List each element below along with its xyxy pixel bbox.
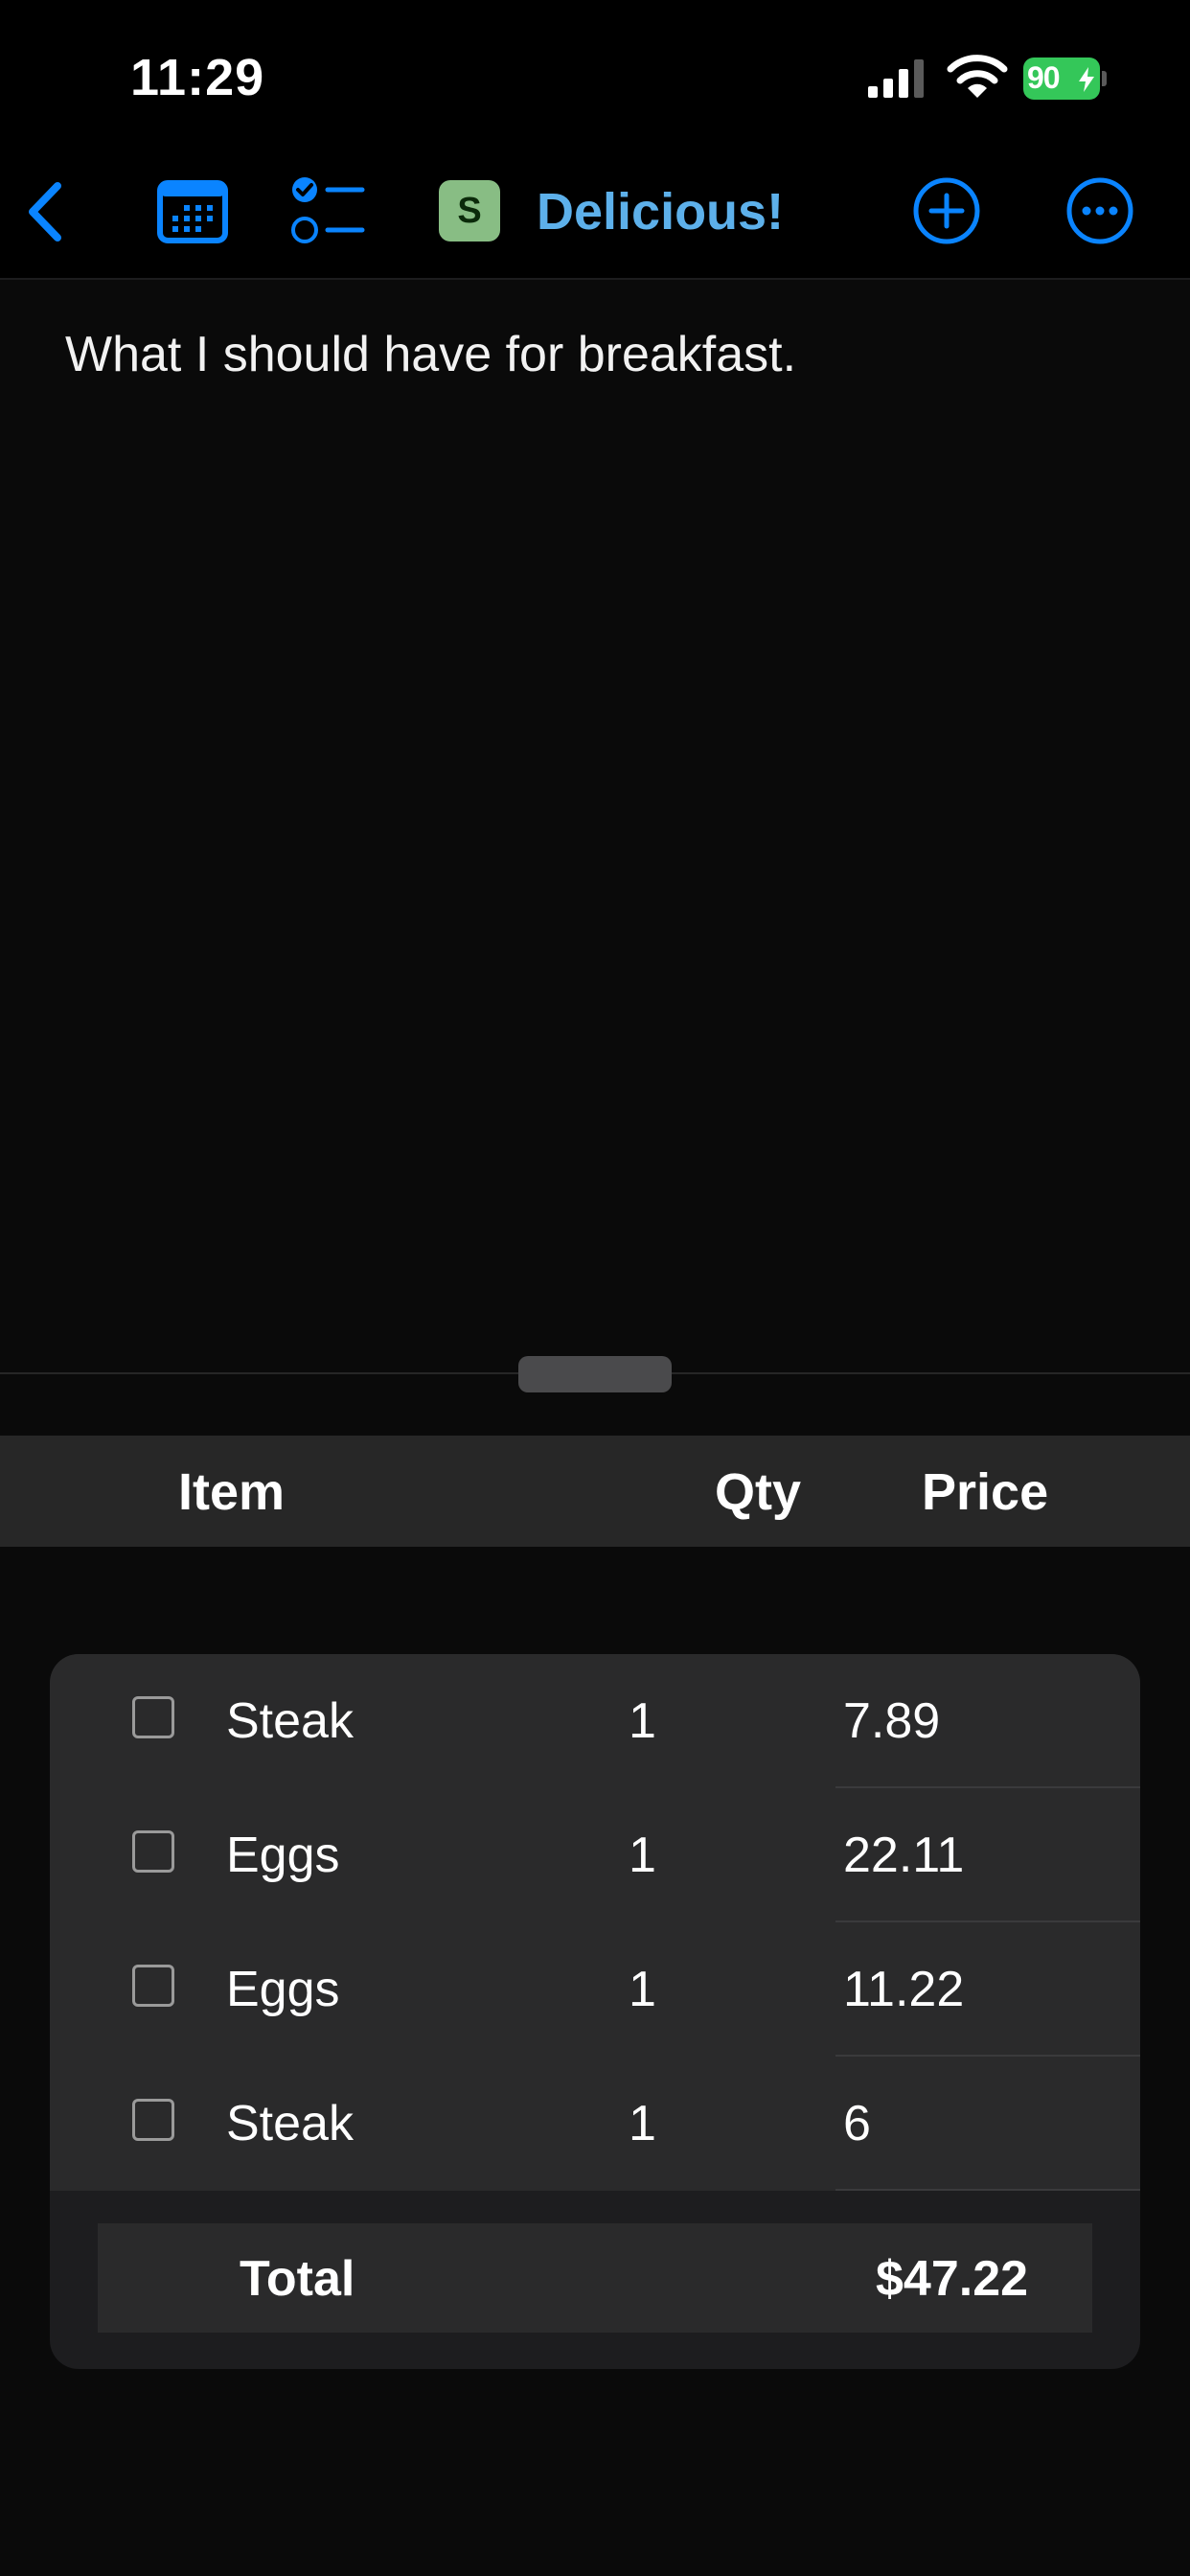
row-qty[interactable]: 1 xyxy=(629,1961,656,2018)
list-badge[interactable]: S xyxy=(439,180,500,242)
status-bar: 11:29 90 xyxy=(0,0,1190,153)
row-price[interactable]: 11.22 xyxy=(843,1961,964,2018)
row-separator xyxy=(835,2189,1140,2191)
battery-level: 90 xyxy=(1023,58,1100,100)
total-label: Total xyxy=(240,2251,355,2307)
row-checkbox[interactable] xyxy=(132,1965,174,2007)
toolbar: S Delicious! xyxy=(0,153,1190,280)
column-header-price[interactable]: Price xyxy=(922,1462,1048,1522)
charging-bolt-icon xyxy=(1079,67,1094,92)
row-item[interactable]: Steak xyxy=(226,1692,354,1750)
battery-charging-icon: 90 xyxy=(1023,58,1108,100)
battery-percent: 90 xyxy=(1027,60,1061,95)
table-row[interactable]: Eggs 1 22.11 xyxy=(50,1788,1140,1922)
plus-circle-icon[interactable] xyxy=(912,176,981,245)
row-price[interactable]: 22.11 xyxy=(843,1827,964,1884)
row-price[interactable]: 7.89 xyxy=(843,1692,940,1750)
table-row[interactable]: Eggs 1 11.22 xyxy=(50,1922,1140,2057)
row-checkbox[interactable] xyxy=(132,1696,174,1738)
row-item[interactable]: Steak xyxy=(226,2095,354,2152)
status-time: 11:29 xyxy=(130,49,265,106)
back-chevron-icon[interactable] xyxy=(21,178,69,245)
column-header-qty[interactable]: Qty xyxy=(715,1462,801,1522)
calendar-icon[interactable] xyxy=(157,180,228,243)
total-row: Total $47.22 xyxy=(98,2223,1092,2333)
note-text[interactable]: What I should have for breakfast. xyxy=(65,326,796,383)
table-row[interactable]: Steak 1 7.89 xyxy=(50,1654,1140,1788)
table-row[interactable]: Steak 1 6 xyxy=(50,2057,1140,2191)
row-price[interactable]: 6 xyxy=(843,2095,871,2152)
resize-handle[interactable] xyxy=(518,1356,672,1392)
row-qty[interactable]: 1 xyxy=(629,1692,656,1750)
cellular-signal-icon xyxy=(868,59,924,98)
row-item[interactable]: Eggs xyxy=(226,1827,340,1884)
more-ellipsis-icon[interactable] xyxy=(1065,176,1134,245)
column-header-item[interactable]: Item xyxy=(178,1462,285,1522)
row-checkbox[interactable] xyxy=(132,2099,174,2141)
list-title[interactable]: Delicious! xyxy=(537,182,784,242)
total-value: $47.22 xyxy=(876,2251,1029,2307)
wifi-icon xyxy=(947,55,1008,98)
row-qty[interactable]: 1 xyxy=(629,1827,656,1884)
row-qty[interactable]: 1 xyxy=(629,2095,656,2152)
items-table: Steak 1 7.89 Eggs 1 22.11 Eggs 1 11.22 S… xyxy=(50,1654,1140,2369)
battery-tip xyxy=(1102,71,1107,86)
row-item[interactable]: Eggs xyxy=(226,1961,340,2018)
checklist-icon[interactable] xyxy=(289,174,366,247)
row-checkbox[interactable] xyxy=(132,1830,174,1873)
table-header: Item Qty Price xyxy=(0,1436,1190,1547)
